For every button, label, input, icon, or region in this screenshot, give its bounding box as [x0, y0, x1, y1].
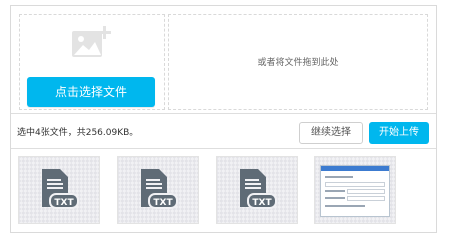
- txt-file-icon: TXT: [137, 167, 181, 213]
- upload-area: 点击选择文件 或者将文件拖到此处: [19, 14, 428, 110]
- txt-badge: TXT: [54, 198, 74, 208]
- file-list: TXT TXT TXT: [11, 149, 436, 232]
- continue-select-button[interactable]: 继续选择: [299, 122, 363, 144]
- txt-file-icon: TXT: [236, 167, 280, 213]
- file-item[interactable]: TXT: [18, 156, 100, 224]
- file-item[interactable]: TXT: [117, 156, 199, 224]
- txt-file-icon: TXT: [38, 167, 82, 213]
- start-upload-button[interactable]: 开始上传: [369, 122, 429, 144]
- uploader-panel: 点击选择文件 或者将文件拖到此处 选中4张文件，共256.09KB。 继续选择 …: [10, 5, 437, 233]
- screenshot-thumbnail: [320, 165, 390, 217]
- file-picker-box[interactable]: 点击选择文件: [19, 14, 165, 110]
- select-files-button[interactable]: 点击选择文件: [27, 77, 155, 107]
- drop-hint: 或者将文件拖到此处: [257, 58, 339, 68]
- file-item[interactable]: TXT: [216, 156, 298, 224]
- image-add-icon: [70, 25, 114, 61]
- drop-zone[interactable]: 或者将文件拖到此处: [168, 14, 428, 110]
- selection-summary: 选中4张文件，共256.09KB。: [17, 128, 139, 138]
- file-item-screenshot[interactable]: [314, 156, 396, 224]
- status-bar: 选中4张文件，共256.09KB。 继续选择 开始上传: [11, 113, 436, 149]
- txt-badge: TXT: [153, 198, 173, 208]
- txt-badge: TXT: [252, 198, 272, 208]
